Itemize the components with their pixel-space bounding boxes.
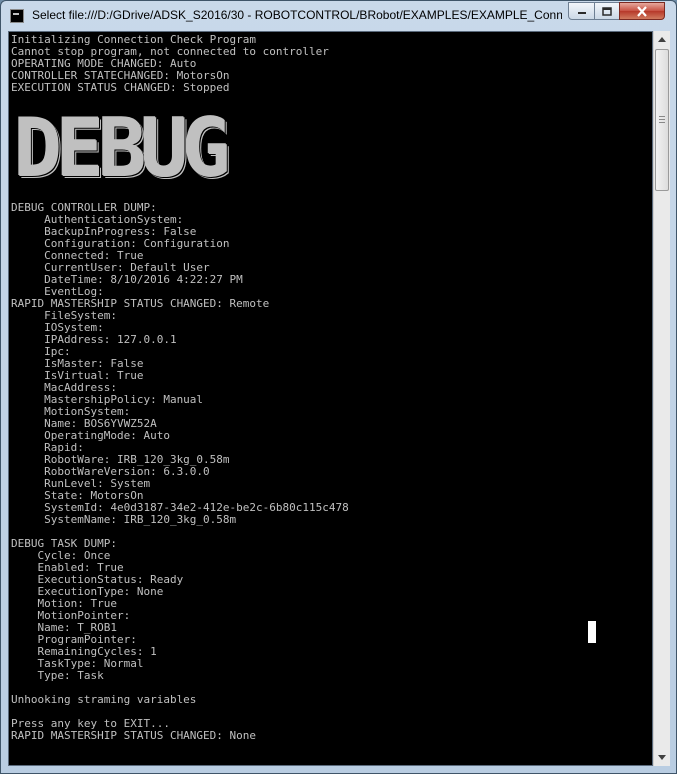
close-icon xyxy=(637,5,647,17)
arrow-down-icon xyxy=(658,755,666,760)
console-app-icon[interactable] xyxy=(10,9,24,23)
console-main-lines: DEBUG CONTROLLER DUMP: AuthenticationSys… xyxy=(11,202,349,742)
console-main-line: Type: Task xyxy=(11,669,104,682)
console-main-line: RAPID MASTERSHIP STATUS CHANGED: None xyxy=(11,729,257,742)
maximize-icon xyxy=(602,6,612,16)
scroll-down-button[interactable] xyxy=(654,749,670,766)
maximize-button[interactable] xyxy=(594,2,620,20)
console-output-area[interactable]: Initializing Connection Check Program Can… xyxy=(8,31,653,766)
title-bar[interactable]: Select file:///D:/GDrive/ADSK_S2016/30 -… xyxy=(1,1,676,31)
minimize-button[interactable] xyxy=(568,2,595,20)
console-window: Select file:///D:/GDrive/ADSK_S2016/30 -… xyxy=(0,0,677,774)
grip-icon xyxy=(659,116,665,123)
debug-banner-text: DEBUG xyxy=(13,101,230,194)
window-frame-bottom xyxy=(1,766,676,773)
close-button[interactable] xyxy=(619,2,665,20)
console-top-line: EXECUTION STATUS CHANGED: Stopped xyxy=(11,81,230,94)
arrow-up-icon xyxy=(658,37,666,42)
debug-banner: DEBUG xyxy=(11,106,351,190)
console-top-lines: Initializing Connection Check Program Can… xyxy=(11,34,329,94)
scrollbar-thumb[interactable] xyxy=(655,49,669,191)
window-title: Select file:///D:/GDrive/ADSK_S2016/30 -… xyxy=(32,8,562,22)
console-main-line: Unhooking straming variables xyxy=(11,693,197,706)
scroll-up-button[interactable] xyxy=(654,31,670,48)
console-main-line: SystemName: IRB_120_3kg_0.58m xyxy=(11,513,237,526)
text-cursor xyxy=(588,621,596,643)
vertical-scrollbar[interactable] xyxy=(653,31,670,766)
minimize-icon xyxy=(577,12,586,14)
